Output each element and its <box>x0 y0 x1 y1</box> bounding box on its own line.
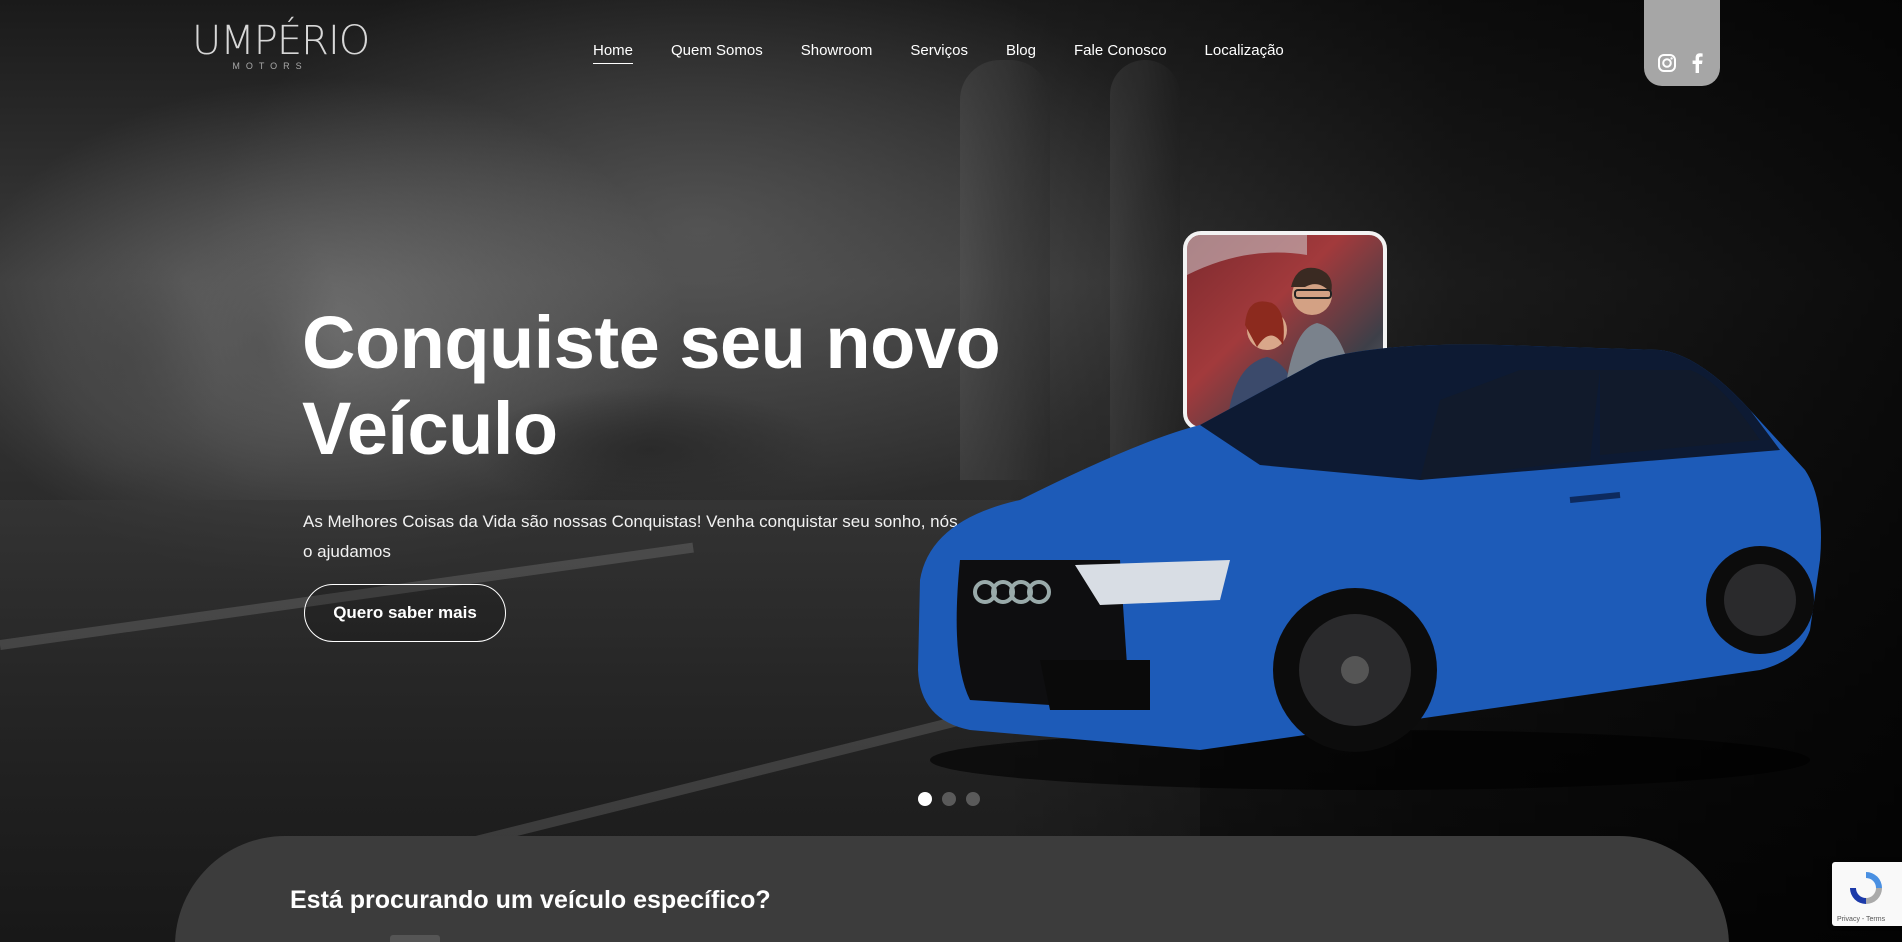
nav-item-fale-conosco[interactable]: Fale Conosco <box>1074 42 1167 64</box>
nav-item-localizacao[interactable]: Localização <box>1205 42 1284 64</box>
hero-headline-line2: Veículo <box>302 387 558 470</box>
instagram-icon[interactable] <box>1656 52 1678 74</box>
brand-logo[interactable]: UMPÉRIO MOTORS <box>192 18 370 82</box>
nav-item-blog[interactable]: Blog <box>1006 42 1036 64</box>
search-input-top[interactable] <box>390 935 440 942</box>
blue-suv-image <box>900 330 1830 800</box>
recaptcha-badge[interactable]: Privacy - Terms <box>1832 862 1902 926</box>
logo-wordmark: UMPÉRIO <box>192 18 370 64</box>
nav-item-quem-somos[interactable]: Quem Somos <box>671 42 763 64</box>
nav-item-servicos[interactable]: Serviços <box>910 42 968 64</box>
learn-more-button[interactable]: Quero saber mais <box>304 584 506 642</box>
social-tab <box>1644 0 1720 86</box>
recaptcha-icon <box>1850 872 1882 904</box>
hero-subtitle: As Melhores Coisas da Vida são nossas Co… <box>303 512 958 561</box>
nav-item-home[interactable]: Home <box>593 42 634 64</box>
hero-headline-line1: Conquiste seu novo <box>302 301 1001 384</box>
carousel-dot[interactable] <box>966 792 980 806</box>
facebook-icon[interactable] <box>1686 52 1708 74</box>
carousel-dots <box>918 792 980 806</box>
main-nav: Home Quem Somos Showroom Serviços Blog F… <box>593 42 1322 64</box>
recaptcha-legal[interactable]: Privacy - Terms <box>1837 916 1885 923</box>
carousel-dot[interactable] <box>942 792 956 806</box>
carousel-dot[interactable] <box>918 792 932 806</box>
vehicle-search-title: Está procurando um veículo específico? <box>290 886 771 914</box>
nav-item-showroom[interactable]: Showroom <box>801 42 873 64</box>
